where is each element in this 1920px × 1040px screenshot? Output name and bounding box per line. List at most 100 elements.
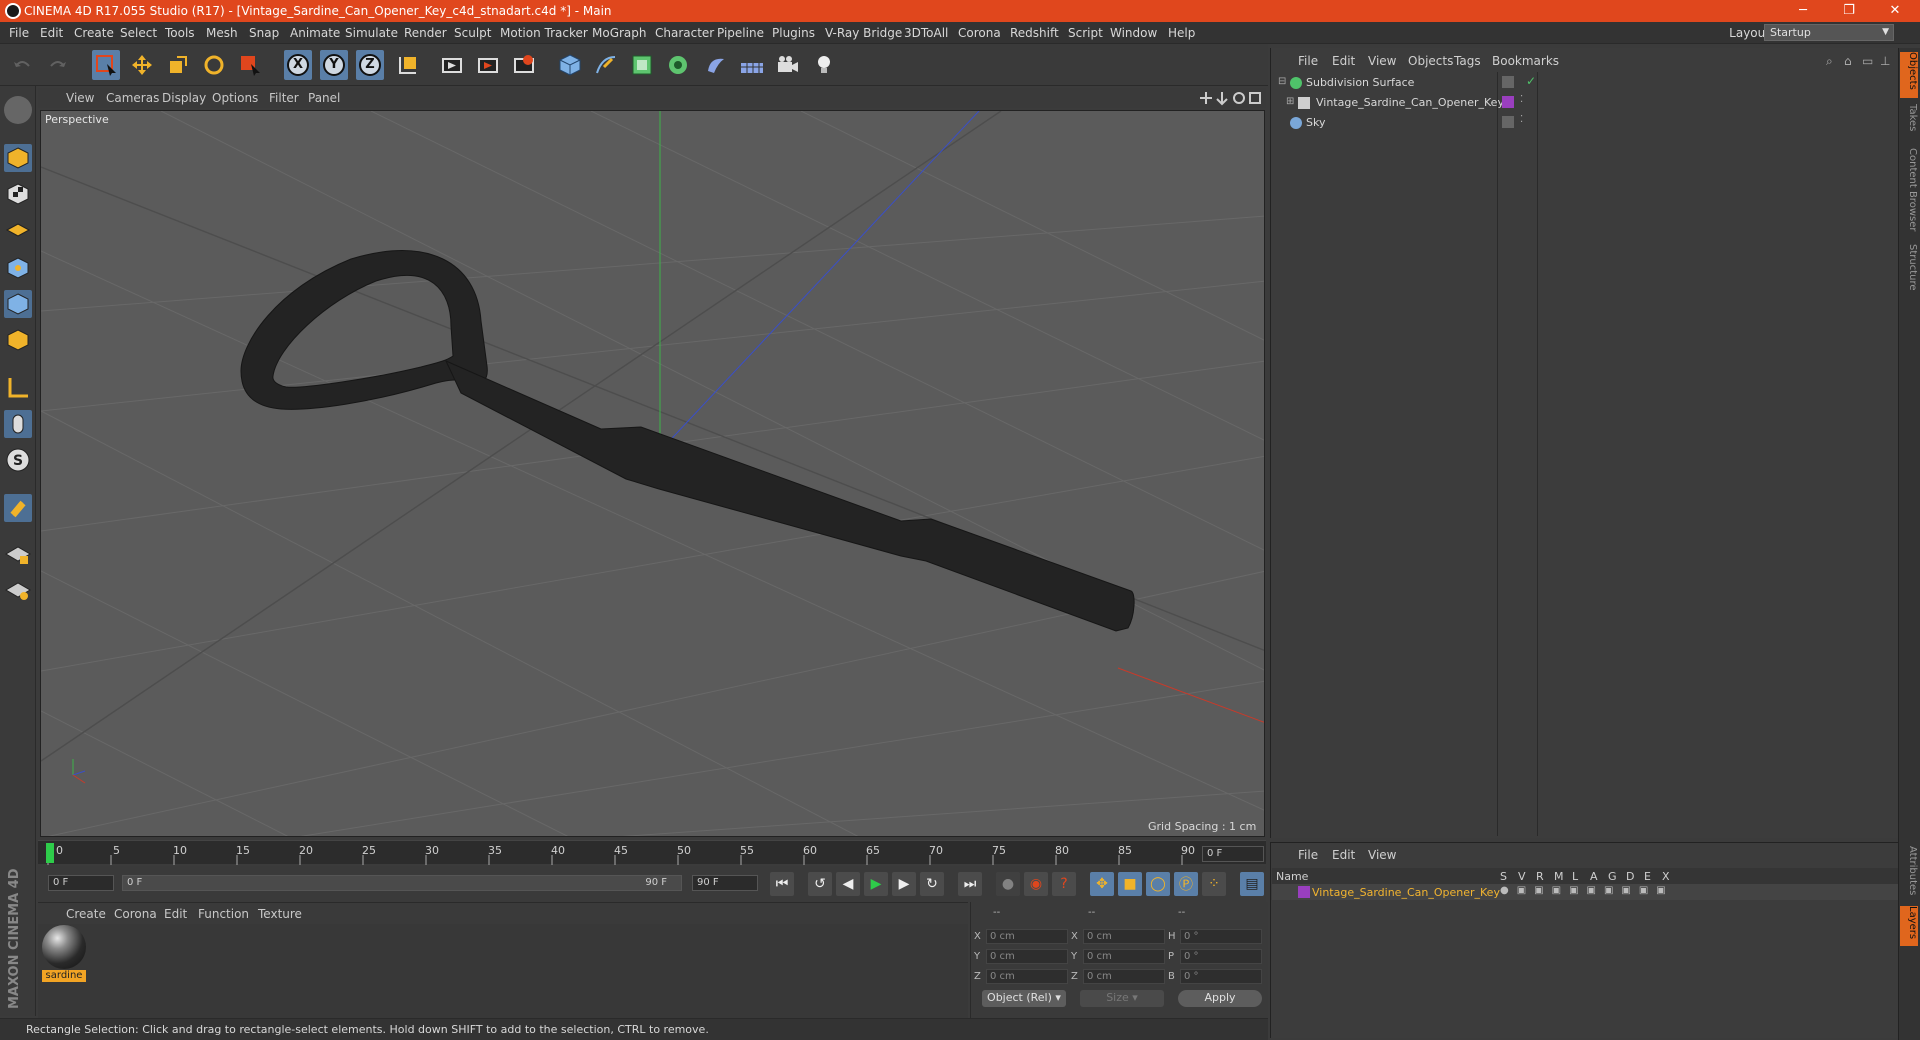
- deformer-button[interactable]: [702, 50, 730, 80]
- close-button[interactable]: ✕: [1872, 0, 1918, 22]
- timeline-ruler[interactable]: [38, 840, 1266, 865]
- size-z-field[interactable]: 0 cm: [1083, 969, 1165, 984]
- visibility-dots-icon[interactable]: ⁚: [1520, 94, 1523, 105]
- menu-redshift[interactable]: Redshift: [1010, 26, 1059, 40]
- menu-sculpt[interactable]: Sculpt: [454, 26, 491, 40]
- position-z-field[interactable]: 0 cm: [986, 969, 1068, 984]
- undo-button[interactable]: [8, 50, 36, 80]
- tab-layers[interactable]: Layers: [1900, 906, 1918, 946]
- expand-toggle-icon[interactable]: ⊞: [1286, 96, 1294, 107]
- lock-workplane-icon[interactable]: [4, 540, 32, 568]
- layout-select[interactable]: Startup ▼: [1764, 24, 1894, 41]
- home-icon[interactable]: ⌂: [1844, 54, 1852, 68]
- menu-character[interactable]: Character: [655, 26, 714, 40]
- layer-color-swatch[interactable]: [1298, 886, 1310, 898]
- render-settings-button[interactable]: [510, 50, 538, 80]
- render-picture-viewer-button[interactable]: [474, 50, 502, 80]
- z-axis-button[interactable]: Z: [356, 50, 384, 80]
- floor-button[interactable]: [738, 50, 766, 80]
- object-menu-bookmarks[interactable]: Bookmarks: [1492, 54, 1559, 68]
- menu-file[interactable]: File: [9, 26, 29, 40]
- menu-create[interactable]: Create: [74, 26, 114, 40]
- layer-flags-icons[interactable]: ●▣▣▣▣▣▣▣▣▣: [1500, 885, 1674, 896]
- object-menu-edit[interactable]: Edit: [1332, 54, 1355, 68]
- object-menu-view[interactable]: View: [1368, 54, 1396, 68]
- menu-script[interactable]: Script: [1068, 26, 1103, 40]
- layer-menu-file[interactable]: File: [1298, 848, 1318, 862]
- rotation-p-field[interactable]: 0 °: [1180, 949, 1262, 964]
- viewport-menu-filter[interactable]: Filter: [269, 91, 299, 105]
- viewport-menu-cameras[interactable]: Cameras: [106, 91, 159, 105]
- size-x-field[interactable]: 0 cm: [1083, 929, 1165, 944]
- menu-vray-bridge[interactable]: V-Ray Bridge: [825, 26, 902, 40]
- object-row[interactable]: ⊟ Subdivision Surface ✓: [1272, 74, 1898, 92]
- menu-snap[interactable]: Snap: [249, 26, 279, 40]
- snap-magnet-icon[interactable]: [4, 494, 32, 522]
- new-view-icon[interactable]: ▭: [1862, 54, 1873, 68]
- previous-frame-icon[interactable]: ◀: [836, 872, 860, 896]
- tweak-mode-icon[interactable]: [4, 410, 32, 438]
- light-button[interactable]: [810, 50, 838, 80]
- tab-structure[interactable]: Structure: [1900, 244, 1918, 296]
- edges-mode-icon[interactable]: [4, 290, 32, 318]
- frame-range-slider[interactable]: 0 F 90 F: [122, 875, 682, 891]
- autokey-icon[interactable]: ◉: [1024, 872, 1048, 896]
- viewport-menu-view[interactable]: View: [66, 91, 94, 105]
- menu-help[interactable]: Help: [1168, 26, 1195, 40]
- visibility-toggle-icon[interactable]: [1502, 116, 1514, 128]
- menu-window[interactable]: Window: [1110, 26, 1157, 40]
- planar-workplane-icon[interactable]: [4, 576, 32, 604]
- menu-3dtoall[interactable]: 3DToAll: [904, 26, 948, 40]
- subdivision-surface-button[interactable]: [628, 50, 656, 80]
- menu-plugins[interactable]: Plugins: [772, 26, 815, 40]
- scale-tool-button[interactable]: [164, 50, 192, 80]
- size-y-field[interactable]: 0 cm: [1083, 949, 1165, 964]
- previous-key-icon[interactable]: ↺: [808, 872, 832, 896]
- current-frame-field[interactable]: 0 F: [1202, 846, 1264, 862]
- next-frame-icon[interactable]: ▶: [892, 872, 916, 896]
- tab-takes[interactable]: Takes: [1900, 104, 1918, 140]
- layer-menu-edit[interactable]: Edit: [1332, 848, 1355, 862]
- menu-select[interactable]: Select: [120, 26, 157, 40]
- live-selection-button[interactable]: [236, 50, 264, 80]
- tab-objects[interactable]: Objects: [1900, 52, 1918, 98]
- timeline-window-icon[interactable]: ▤: [1240, 872, 1264, 896]
- rotate-tool-button[interactable]: [200, 50, 228, 80]
- points-mode-icon[interactable]: [4, 254, 32, 282]
- pin-icon[interactable]: ⊥: [1880, 54, 1890, 68]
- material-menu-create[interactable]: Create: [66, 907, 106, 921]
- layer-color-swatch[interactable]: [1502, 96, 1514, 108]
- tab-attributes[interactable]: Attributes: [1900, 846, 1918, 900]
- object-row[interactable]: ⊞ Vintage_Sardine_Can_Opener_Key ⁚: [1272, 94, 1898, 112]
- object-menu-tags[interactable]: Tags: [1454, 54, 1481, 68]
- position-key-icon[interactable]: ✥: [1090, 872, 1114, 896]
- restore-button[interactable]: ❐: [1826, 0, 1872, 22]
- viewport-menu-display[interactable]: Display: [162, 91, 206, 105]
- object-menu-file[interactable]: File: [1298, 54, 1318, 68]
- search-icon[interactable]: ⌕: [1826, 54, 1833, 69]
- record-keys-icon[interactable]: ●: [996, 872, 1020, 896]
- move-tool-button[interactable]: [128, 50, 156, 80]
- start-frame-field[interactable]: 0 F: [48, 875, 114, 891]
- collapse-toggle-icon[interactable]: ⊟: [1278, 76, 1286, 87]
- tab-content-browser[interactable]: Content Browser: [1900, 148, 1918, 238]
- material-menu-edit[interactable]: Edit: [164, 907, 187, 921]
- menu-mesh[interactable]: Mesh: [206, 26, 238, 40]
- material-menu-corona[interactable]: Corona: [114, 907, 157, 921]
- enabled-check-icon[interactable]: ✓: [1526, 74, 1536, 88]
- viewport-menu-options[interactable]: Options: [212, 91, 258, 105]
- position-x-field[interactable]: 0 cm: [986, 929, 1068, 944]
- rectangle-select-button[interactable]: [92, 50, 120, 80]
- menu-edit[interactable]: Edit: [40, 26, 63, 40]
- polygons-mode-icon[interactable]: [4, 326, 32, 354]
- menu-animate[interactable]: Animate: [290, 26, 340, 40]
- visibility-dots-icon[interactable]: ⁚: [1520, 114, 1523, 125]
- x-axis-button[interactable]: X: [284, 50, 312, 80]
- rotation-h-field[interactable]: 0 °: [1180, 929, 1262, 944]
- material-menu-texture[interactable]: Texture: [258, 907, 302, 921]
- coordinate-system-button[interactable]: [394, 50, 422, 80]
- next-key-icon[interactable]: ↻: [920, 872, 944, 896]
- visibility-toggle-icon[interactable]: [1502, 76, 1514, 88]
- camera-button[interactable]: [774, 50, 802, 80]
- make-editable-icon[interactable]: [4, 96, 32, 124]
